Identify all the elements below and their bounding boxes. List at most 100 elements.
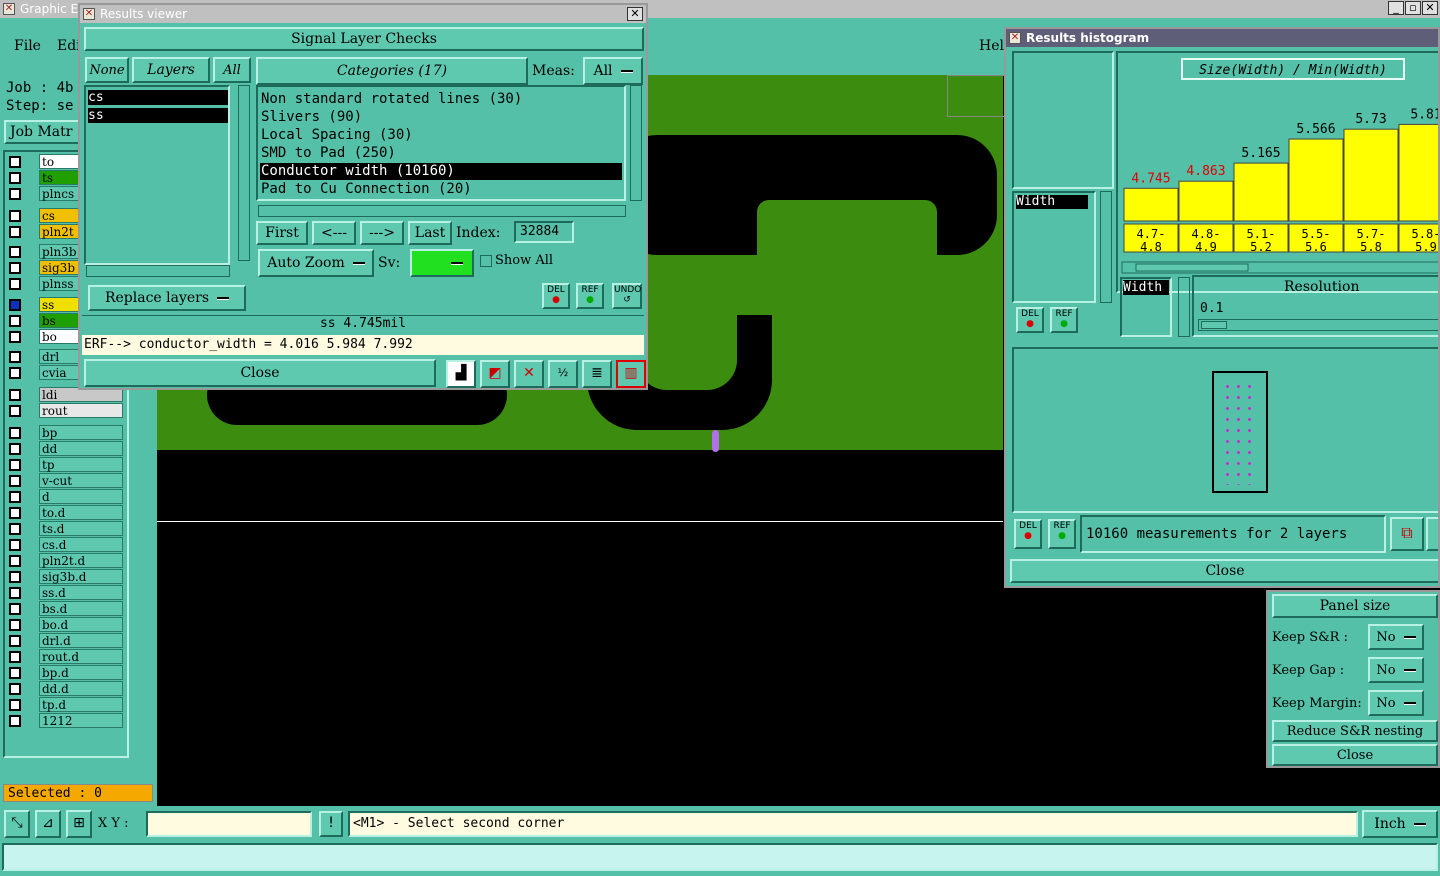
job-matrix-button[interactable]: Job Matr — [4, 120, 84, 144]
layer-name[interactable]: to.d — [39, 505, 123, 520]
layer-name[interactable]: d — [39, 489, 123, 504]
slider-thumb[interactable] — [1201, 321, 1227, 329]
layer-row[interactable]: bp.d — [7, 665, 125, 680]
layer-name[interactable]: dd.d — [39, 681, 123, 696]
next-button[interactable]: ---> — [360, 221, 404, 245]
layer-checkbox[interactable] — [9, 507, 21, 519]
layer-row[interactable]: dd.d — [7, 681, 125, 696]
layer-row[interactable]: cs.d — [7, 537, 125, 552]
list-item[interactable]: Width — [1123, 280, 1169, 295]
histogram-close-button[interactable]: Close — [1010, 559, 1438, 583]
tool-grid-icon[interactable]: ⊞ — [66, 810, 92, 838]
show-all-checkbox[interactable] — [480, 255, 492, 267]
category-item[interactable]: Slivers (90) — [260, 109, 622, 126]
layer-row[interactable]: rout.d — [7, 649, 125, 664]
list-item[interactable]: cs — [88, 90, 228, 105]
layer-checkbox[interactable] — [9, 699, 21, 711]
layer-checkbox[interactable] — [9, 331, 21, 343]
xy-input[interactable] — [146, 811, 312, 837]
layer-checkbox[interactable] — [9, 156, 21, 168]
resolution-vscroll[interactable] — [1178, 277, 1190, 337]
layer-name[interactable]: 1212 — [39, 713, 123, 728]
export-icon[interactable]: ⧉ — [1390, 517, 1424, 551]
sv-color-select[interactable] — [410, 249, 474, 277]
close-icon[interactable]: ✕ — [627, 7, 643, 21]
ref-icon[interactable]: REF ● — [1050, 307, 1078, 333]
index-input[interactable]: 32884 — [514, 221, 574, 243]
layer-name[interactable]: rout — [39, 403, 123, 418]
layer-name[interactable]: rout.d — [39, 649, 123, 664]
ref-icon[interactable]: REF ● — [1048, 519, 1076, 549]
category-hscroll[interactable] — [258, 205, 626, 217]
marker-highlight[interactable] — [712, 430, 719, 452]
more-icon[interactable] — [1426, 517, 1438, 551]
layer-row[interactable]: rout — [7, 403, 125, 418]
category-item[interactable]: Local Spacing (30) — [260, 127, 622, 144]
units-select[interactable]: Inch — [1362, 810, 1438, 838]
layer-checkbox[interactable] — [9, 427, 21, 439]
all-button[interactable]: All — [213, 57, 251, 83]
prev-button[interactable]: <--- — [312, 221, 356, 245]
layer-name[interactable]: bp — [39, 425, 123, 440]
layer-row[interactable]: bp — [7, 425, 125, 440]
close-button[interactable]: Close — [84, 359, 436, 387]
layer-name[interactable]: drl.d — [39, 633, 123, 648]
layer-checkbox[interactable] — [9, 226, 21, 238]
layer-checkbox[interactable] — [9, 475, 21, 487]
layer-checkbox[interactable] — [9, 246, 21, 258]
layers-button[interactable]: Layers — [132, 57, 210, 83]
layer-row[interactable]: ss.d — [7, 585, 125, 600]
del-icon[interactable]: DEL ● — [1016, 307, 1044, 333]
layer-checkbox[interactable] — [9, 539, 21, 551]
layer-checkbox[interactable] — [9, 555, 21, 567]
last-button[interactable]: Last — [408, 221, 452, 245]
layer-name[interactable]: bo.d — [39, 617, 123, 632]
layer-name[interactable]: cs.d — [39, 537, 123, 552]
histogram-icon[interactable]: ▥ — [616, 360, 646, 388]
del-icon[interactable]: DEL ● — [1014, 519, 1042, 549]
layer-checkbox[interactable] — [9, 491, 21, 503]
field-listbox[interactable]: Width — [1012, 191, 1096, 303]
layer-row[interactable]: tp — [7, 457, 125, 472]
layer-checkbox[interactable] — [9, 210, 21, 222]
category-item[interactable]: SMD to Pad (250) — [260, 145, 622, 162]
layer-checkbox[interactable] — [9, 603, 21, 615]
layer-checkbox[interactable] — [9, 351, 21, 363]
layer-name[interactable]: dd — [39, 441, 123, 456]
list-item[interactable]: ss — [88, 108, 228, 123]
menu-file[interactable]: File — [14, 38, 41, 54]
field-vscroll[interactable] — [1100, 191, 1112, 303]
ref-cancel-icon[interactable]: ✕ — [514, 360, 544, 388]
keep-sr-select[interactable]: No — [1368, 624, 1424, 650]
command-line[interactable] — [2, 843, 1438, 871]
auto-zoom-select[interactable]: Auto Zoom — [258, 249, 374, 277]
tool-angle-icon[interactable]: ⊿ — [35, 810, 61, 838]
layer-checkbox[interactable] — [9, 405, 21, 417]
menu-help[interactable]: Hel — [979, 38, 1004, 54]
layer-checkbox[interactable] — [9, 443, 21, 455]
layer-checkbox[interactable] — [9, 188, 21, 200]
layer-checkbox[interactable] — [9, 315, 21, 327]
layer-row[interactable]: bo.d — [7, 617, 125, 632]
layer-checkbox[interactable] — [9, 651, 21, 663]
layer-listbox[interactable]: cs ss — [84, 85, 230, 265]
layer-hscroll[interactable] — [86, 265, 230, 277]
layer-row[interactable]: tp.d — [7, 697, 125, 712]
layer-name[interactable]: pln2t.d — [39, 553, 123, 568]
layer-checkbox[interactable] — [9, 523, 21, 535]
layer-checkbox[interactable] — [9, 172, 21, 184]
report-icon[interactable]: ◩ — [480, 360, 510, 388]
compare-icon[interactable]: ½ — [548, 360, 578, 388]
category-item[interactable]: Pad to Cu Connection (20) — [260, 181, 622, 198]
layer-name[interactable]: tp — [39, 457, 123, 472]
layer-row[interactable]: v-cut — [7, 473, 125, 488]
check-header[interactable]: Signal Layer Checks — [84, 27, 644, 51]
layer-vscroll[interactable] — [238, 85, 250, 261]
layer-row[interactable]: ts.d — [7, 521, 125, 536]
info-icon[interactable]: ! — [319, 811, 343, 837]
layer-row[interactable]: 1212 — [7, 713, 125, 728]
meas-select[interactable]: All — [583, 57, 643, 85]
layer-checkbox[interactable] — [9, 389, 21, 401]
panel-close-button[interactable]: Close — [1272, 744, 1438, 766]
layer-checkbox[interactable] — [9, 278, 21, 290]
